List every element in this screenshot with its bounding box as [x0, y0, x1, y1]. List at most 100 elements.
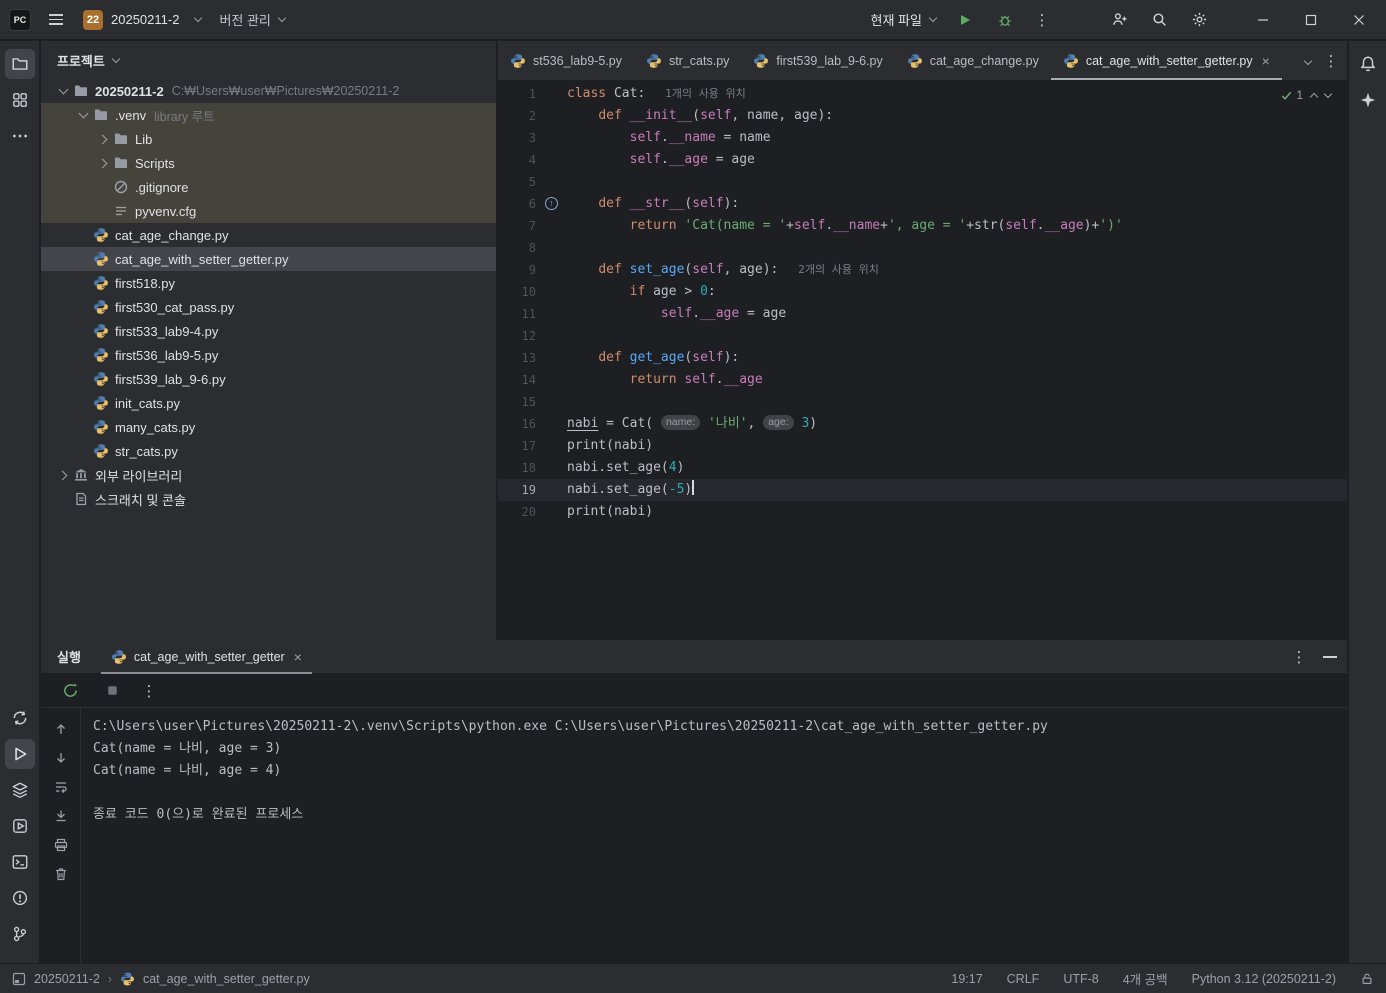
gutter[interactable]	[536, 259, 565, 281]
gutter[interactable]	[536, 457, 565, 479]
python-console-icon[interactable]	[5, 703, 35, 733]
tree-item[interactable]: .venv library 루트	[41, 103, 496, 127]
prev-problem-icon[interactable]	[1309, 92, 1319, 101]
terminal-icon[interactable]	[5, 847, 35, 877]
editor-tab[interactable]: cat_age_change.py	[895, 41, 1051, 80]
layout-icon[interactable]	[12, 972, 26, 986]
close-button[interactable]	[1342, 6, 1376, 34]
hide-tool-window-icon[interactable]	[1323, 655, 1337, 658]
line-number[interactable]: 15	[498, 391, 536, 413]
chevron-right-icon[interactable]	[95, 131, 111, 147]
rerun-icon[interactable]	[55, 676, 85, 706]
gutter[interactable]	[536, 149, 565, 171]
more-icon[interactable]	[5, 121, 35, 151]
close-run-tab-icon[interactable]: ×	[294, 649, 302, 665]
interpreter-indicator[interactable]: Python 3.12 (20250211-2)	[1192, 972, 1336, 986]
tree-item[interactable]: many_cats.py	[41, 415, 496, 439]
run-config-selector[interactable]: 현재 파일	[869, 6, 938, 33]
tree-item[interactable]: first536_lab9-5.py	[41, 343, 496, 367]
caret-position[interactable]: 19:17	[951, 972, 982, 986]
tree-item[interactable]: Lib	[41, 127, 496, 151]
line-number[interactable]: 1	[498, 83, 536, 105]
maximize-button[interactable]	[1294, 6, 1328, 34]
gutter[interactable]	[536, 105, 565, 127]
line-number[interactable]: 19	[498, 479, 536, 501]
line-number[interactable]: 20	[498, 501, 536, 523]
tree-item[interactable]: 외부 라이브러리	[41, 463, 496, 487]
tree-item[interactable]: first518.py	[41, 271, 496, 295]
code-line[interactable]: 1 class Cat: 1개의 사용 위치	[498, 83, 1347, 105]
stop-icon[interactable]	[97, 676, 127, 706]
tab-options-icon[interactable]: ⋮	[1321, 52, 1341, 70]
gutter[interactable]	[536, 435, 565, 457]
inspections-widget[interactable]: 1	[1280, 88, 1333, 102]
line-number[interactable]: 4	[498, 149, 536, 171]
editor-tab[interactable]: cat_age_with_setter_getter.py ×	[1050, 41, 1282, 80]
vcs-widget[interactable]: 버전 관리	[217, 6, 287, 33]
ai-assistant-icon[interactable]	[1353, 85, 1383, 115]
editor-tab[interactable]: st536_lab9-5.py	[498, 41, 634, 80]
code-with-me-icon[interactable]	[1106, 7, 1132, 33]
tree-item[interactable]: str_cats.py	[41, 439, 496, 463]
code-line[interactable]: 20 print(nabi)	[498, 501, 1347, 523]
gutter[interactable]	[536, 413, 565, 435]
project-icon[interactable]	[4, 49, 35, 79]
project-panel-header[interactable]: 프로젝트	[41, 41, 496, 79]
line-number[interactable]: 6	[498, 193, 536, 215]
version-control-icon[interactable]	[5, 919, 35, 949]
notifications-bell-icon[interactable]	[1353, 49, 1383, 79]
tree-item[interactable]: 스크래치 및 콘솔	[41, 487, 496, 511]
status-project[interactable]: 20250211-2	[34, 972, 100, 986]
gutter[interactable]	[536, 391, 565, 413]
tree-item[interactable]: .gitignore	[41, 175, 496, 199]
tree-item[interactable]: init_cats.py	[41, 391, 496, 415]
run-button[interactable]	[952, 7, 978, 33]
gutter[interactable]	[536, 501, 565, 523]
code-line[interactable]: 3 self.__name = name	[498, 127, 1347, 149]
gutter[interactable]	[536, 347, 565, 369]
chevron-down-icon[interactable]	[55, 83, 71, 99]
override-marker-icon[interactable]: ↑	[545, 197, 558, 210]
line-number[interactable]: 2	[498, 105, 536, 127]
scroll-end-icon[interactable]	[48, 803, 74, 829]
minimize-button[interactable]	[1246, 6, 1280, 34]
project-switcher[interactable]: 22 20250211-2	[81, 6, 203, 34]
code-line[interactable]: 9 def set_age(self, age): 2개의 사용 위치	[498, 259, 1347, 281]
code-line[interactable]: 7 return 'Cat(name = '+self.__name+', ag…	[498, 215, 1347, 237]
problems-icon[interactable]	[5, 883, 35, 913]
gutter[interactable]	[536, 325, 565, 347]
code-line[interactable]: 5	[498, 171, 1347, 193]
code-line[interactable]: 18 nabi.set_age(4)	[498, 457, 1347, 479]
code-line[interactable]: 10 if age > 0:	[498, 281, 1347, 303]
code-line[interactable]: 4 self.__age = age	[498, 149, 1347, 171]
run-options-icon[interactable]: ⋮	[1289, 648, 1309, 666]
settings-gear-icon[interactable]	[1186, 7, 1212, 33]
search-icon[interactable]	[1146, 7, 1172, 33]
code-editor[interactable]: 1 class Cat: 1개의 사용 위치 2 def __init__(self…	[498, 82, 1347, 640]
close-tab-icon[interactable]: ×	[1262, 53, 1270, 69]
packages-icon[interactable]	[5, 775, 35, 805]
chevron-down-icon[interactable]	[75, 107, 91, 123]
code-line[interactable]: 13 def get_age(self):	[498, 347, 1347, 369]
line-number[interactable]: 17	[498, 435, 536, 457]
line-number[interactable]: 18	[498, 457, 536, 479]
status-file[interactable]: cat_age_with_setter_getter.py	[143, 972, 310, 986]
print-icon[interactable]	[48, 832, 74, 858]
line-number[interactable]: 9	[498, 259, 536, 281]
tree-item[interactable]: pyvenv.cfg	[41, 199, 496, 223]
line-number[interactable]: 13	[498, 347, 536, 369]
more-actions-icon[interactable]: ⋮	[1032, 11, 1052, 29]
gutter[interactable]	[536, 171, 565, 193]
debug-button[interactable]	[992, 7, 1018, 33]
code-line[interactable]: 11 self.__age = age	[498, 303, 1347, 325]
tree-item[interactable]: cat_age_with_setter_getter.py	[41, 247, 496, 271]
gutter[interactable]	[536, 83, 565, 105]
services-icon[interactable]	[5, 811, 35, 841]
encoding-indicator[interactable]: UTF-8	[1063, 972, 1098, 986]
tree-item[interactable]: Scripts	[41, 151, 496, 175]
code-line[interactable]: 17 print(nabi)	[498, 435, 1347, 457]
gutter[interactable]	[536, 237, 565, 259]
code-line[interactable]: 12	[498, 325, 1347, 347]
tree-item[interactable]: first539_lab_9-6.py	[41, 367, 496, 391]
line-number[interactable]: 7	[498, 215, 536, 237]
